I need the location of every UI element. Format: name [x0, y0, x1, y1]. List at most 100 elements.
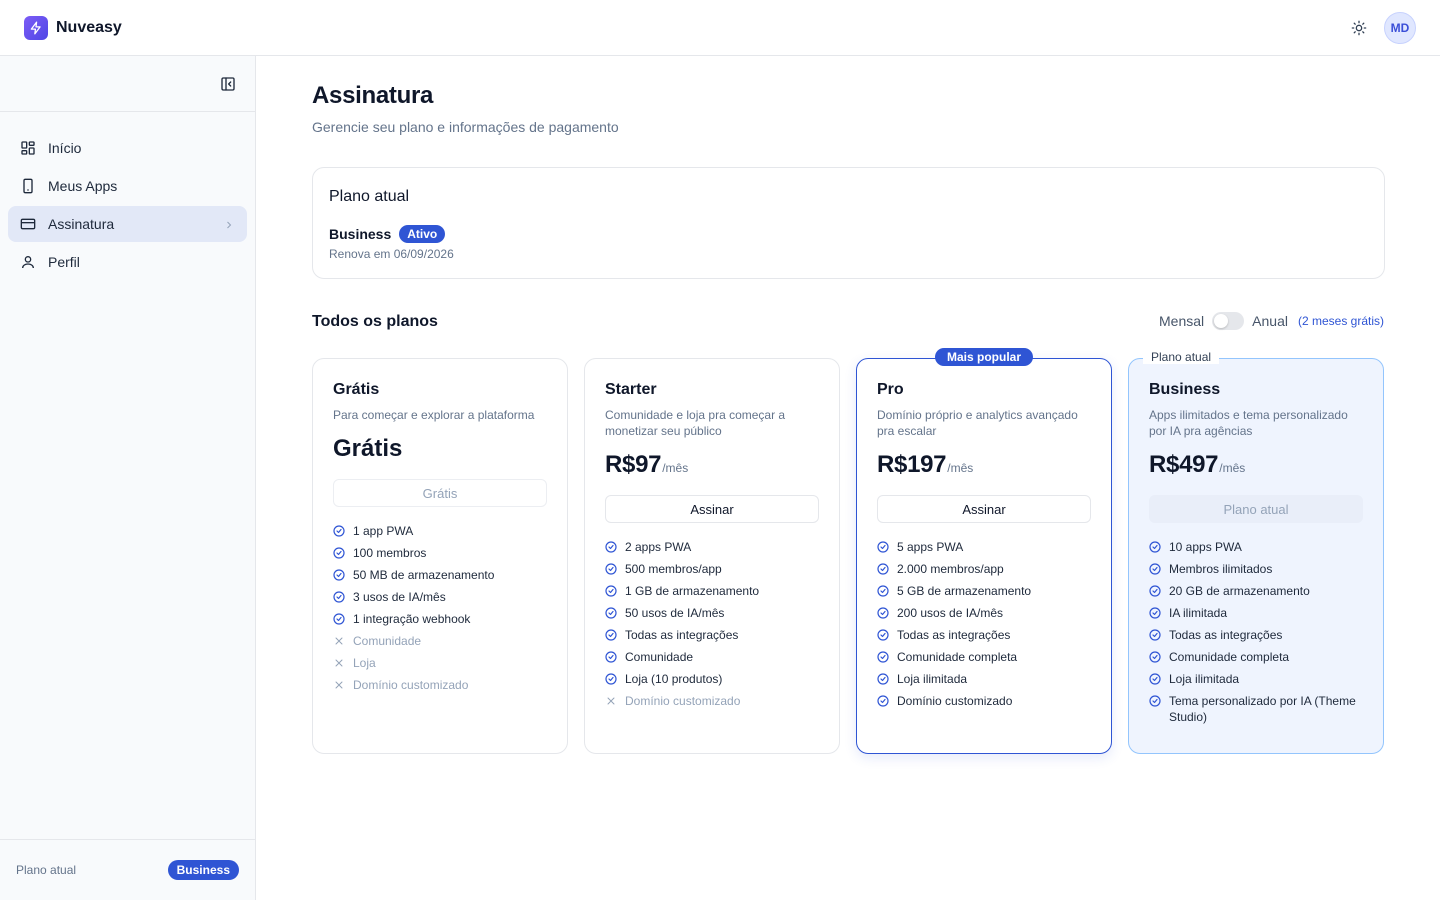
feature-item: 50 MB de armazenamento [333, 567, 547, 583]
sidebar-item-assinatura[interactable]: Assinatura [8, 206, 247, 242]
check-circle-icon [877, 673, 889, 685]
feature-text: 2 apps PWA [625, 540, 692, 554]
billing-period-toggle: Mensal Anual (2 meses grátis) [1159, 312, 1384, 330]
monthly-label[interactable]: Mensal [1159, 313, 1204, 329]
x-icon [333, 635, 345, 647]
feature-item: 5 apps PWA [877, 539, 1091, 555]
sidebar-item-inicio[interactable]: Início [8, 130, 247, 166]
subscribe-starter-button[interactable]: Assinar [605, 495, 819, 523]
price-unit: /mês [662, 461, 689, 475]
plan-price: R$97 [605, 451, 662, 478]
feature-item: 2.000 membros/app [877, 561, 1091, 577]
status-badge: Ativo [399, 225, 446, 243]
feature-item: Domínio customizado [605, 693, 819, 709]
x-icon [333, 679, 345, 691]
check-circle-icon [1149, 541, 1161, 553]
check-circle-icon [333, 569, 345, 581]
feature-item: 10 apps PWA [1149, 539, 1363, 555]
check-circle-icon [333, 613, 345, 625]
feature-item: IA ilimitada [1149, 605, 1363, 621]
feature-text: Loja ilimitada [1169, 672, 1240, 686]
check-circle-icon [877, 607, 889, 619]
plan-name: Business [1149, 381, 1221, 398]
sidebar-item-perfil[interactable]: Perfil [8, 244, 247, 280]
feature-text: 200 usos de IA/mês [897, 606, 1004, 620]
feature-item: 200 usos de IA/mês [877, 605, 1091, 621]
feature-text: Loja (10 produtos) [625, 672, 723, 686]
check-circle-icon [1149, 585, 1161, 597]
check-circle-icon [333, 547, 345, 559]
feature-text: 50 MB de armazenamento [353, 568, 495, 582]
feature-text: 1 integração webhook [353, 612, 471, 626]
feature-item: 3 usos de IA/mês [333, 589, 547, 605]
billing-switch[interactable] [1212, 312, 1245, 330]
feature-item: 1 app PWA [333, 523, 547, 539]
current-plan-name: Business [329, 226, 392, 242]
feature-text: Todas as integrações [625, 628, 739, 642]
feature-text: 1 GB de armazenamento [625, 584, 760, 598]
check-circle-icon [605, 607, 617, 619]
logo-icon[interactable] [24, 15, 48, 40]
x-icon [333, 657, 345, 669]
feature-list: 10 apps PWA Membros ilimitados 20 GB de ar… [1149, 539, 1363, 725]
feature-item: Membros ilimitados [1149, 561, 1363, 577]
feature-item: 500 membros/app [605, 561, 819, 577]
grid-icon [20, 140, 36, 156]
sidebar: Início Meus Apps Assinatura Perfil Plano… [0, 56, 256, 900]
feature-text: Comunidade completa [1169, 650, 1290, 664]
plan-price: Grátis [333, 435, 403, 462]
feature-text: Membros ilimitados [1169, 562, 1273, 576]
feature-item: 5 GB de armazenamento [877, 583, 1091, 599]
user-avatar[interactable]: MD [1384, 11, 1416, 44]
feature-text: Loja ilimitada [897, 672, 968, 686]
brand-name: Nuveasy [56, 18, 122, 36]
annual-label[interactable]: Anual [1252, 313, 1288, 329]
feature-item: 2 apps PWA [605, 539, 819, 555]
chevron-right-icon [223, 218, 235, 230]
feature-item: Domínio customizado [333, 677, 547, 693]
feature-item: Todas as integrações [1149, 627, 1363, 643]
plan-card-pro: Mais popular Pro Domínio próprio e analy… [856, 348, 1112, 754]
feature-item: 1 integração webhook [333, 611, 547, 627]
sidebar-collapse-icon[interactable] [220, 76, 236, 92]
feature-text: IA ilimitada [1169, 606, 1228, 620]
current-plan-ribbon: Plano atual [1143, 350, 1220, 364]
feature-item: Loja (10 produtos) [605, 671, 819, 687]
top-bar: Nuveasy MD [0, 0, 1440, 56]
feature-item: Loja [333, 655, 547, 671]
feature-item: Todas as integrações [877, 627, 1091, 643]
plan-name: Grátis [333, 381, 380, 398]
feature-text: 20 GB de armazenamento [1169, 584, 1310, 598]
feature-text: 5 GB de armazenamento [897, 584, 1032, 598]
sidebar-item-label: Início [48, 140, 82, 156]
plan-name: Pro [877, 381, 904, 398]
check-circle-icon [877, 695, 889, 707]
feature-list: 5 apps PWA 2.000 membros/app 5 GB de armaz… [877, 539, 1091, 709]
subscribe-pro-button[interactable]: Assinar [877, 495, 1091, 523]
sidebar-item-label: Assinatura [48, 216, 115, 232]
plan-card-business: Plano atual Business Apps ilimitados e t… [1128, 350, 1384, 754]
feature-item: Loja ilimitada [877, 671, 1091, 687]
popular-ribbon: Mais popular [934, 348, 1034, 366]
feature-text: Comunidade [353, 634, 422, 648]
feature-item: 100 membros [333, 545, 547, 561]
check-circle-icon [1149, 673, 1161, 685]
feature-item: 1 GB de armazenamento [605, 583, 819, 599]
check-circle-icon [605, 673, 617, 685]
price-unit: /mês [947, 461, 974, 475]
feature-text: Domínio customizado [353, 678, 469, 692]
feature-item: Comunidade completa [877, 649, 1091, 665]
current-plan-title: Plano atual [329, 188, 410, 205]
annual-promo: (2 meses grátis) [1297, 314, 1384, 328]
card-icon [20, 216, 36, 232]
check-circle-icon [1149, 607, 1161, 619]
feature-text: 3 usos de IA/mês [353, 590, 446, 604]
phone-icon [20, 178, 36, 194]
feature-item: Comunidade [333, 633, 547, 649]
sidebar-item-meus-apps[interactable]: Meus Apps [8, 168, 247, 204]
check-circle-icon [1149, 629, 1161, 641]
main-content: Assinatura Gerencie seu plano e informaç… [256, 56, 1440, 900]
theme-toggle-sun-icon[interactable] [1350, 19, 1368, 37]
feature-item: Comunidade [605, 649, 819, 665]
feature-text: Domínio customizado [897, 694, 1013, 708]
